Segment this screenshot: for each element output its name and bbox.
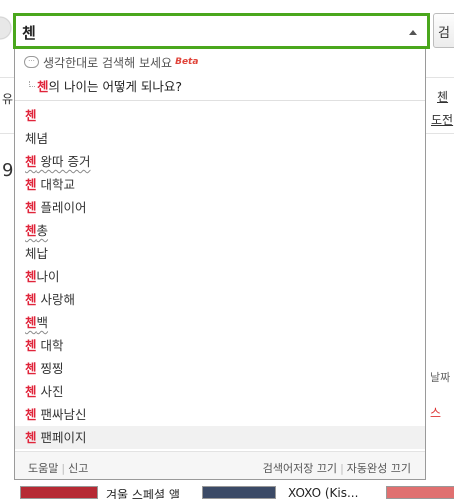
- beta-badge: Beta: [175, 57, 199, 67]
- suggestion-keyword: 첸: [25, 361, 37, 376]
- smart-search-hint[interactable]: ··· 생각한대로 검색해 보세요 Beta: [24, 54, 198, 70]
- suggestion-keyword: 첸: [25, 338, 37, 353]
- suggestion-text: 팬페이지: [36, 430, 87, 445]
- smart-hint-text: 생각한대로 검색해 보세요: [43, 55, 173, 70]
- suggestion-keyword: 첸: [25, 384, 37, 399]
- right-peek-text: 스: [430, 406, 442, 420]
- suggestion-keyword: 첸: [25, 154, 37, 169]
- album-thumbnail[interactable]: [20, 486, 98, 499]
- suggestion-text: 나이: [36, 269, 60, 284]
- reply-arrow-icon: [29, 80, 35, 87]
- suggestion-item[interactable]: 첸 팬싸남신: [15, 403, 425, 426]
- suggestion-item[interactable]: 첸나이: [15, 265, 425, 288]
- suggestion-text: 찡찡: [36, 361, 64, 376]
- album-thumbnail[interactable]: [386, 486, 454, 499]
- right-peek-text: 날짜: [430, 371, 451, 384]
- left-peek-text: 9: [2, 160, 14, 181]
- album-title[interactable]: XOXO (Kis...: [288, 486, 358, 499]
- question-text: 의 나이는 어떻게 되나요?: [48, 79, 183, 94]
- suggestion-text: 체념: [25, 131, 49, 146]
- divider: [15, 100, 425, 101]
- suggestion-text: 사진: [36, 384, 64, 399]
- panel-footer: 도움말 | 신고 검색어저장 끄기 | 자동완성 끄기: [15, 451, 425, 479]
- search-box[interactable]: [13, 13, 430, 49]
- speech-bubble-icon: ···: [24, 56, 39, 68]
- suggestion-text: 대학: [36, 338, 64, 353]
- suggestion-text: 총: [36, 223, 49, 238]
- suggestion-keyword: 첸: [25, 292, 37, 307]
- suggestion-item[interactable]: 첸 사랑해: [15, 288, 425, 311]
- suggestion-item[interactable]: 첸총: [15, 219, 425, 242]
- search-button[interactable]: 검: [433, 13, 454, 48]
- collapse-arrow-icon[interactable]: [409, 30, 417, 35]
- suggestion-text: 왕따 증거: [36, 154, 91, 169]
- stop-autocomplete-link[interactable]: 자동완성 끄기: [347, 462, 411, 475]
- right-link[interactable]: 첸: [437, 88, 448, 105]
- question-suggestion[interactable]: 첸 의 나이는 어떻게 되나요?: [29, 76, 182, 95]
- suggestion-item[interactable]: 첸: [15, 104, 425, 127]
- search-input[interactable]: [22, 21, 392, 43]
- site-logo: [0, 8, 12, 48]
- suggestion-item[interactable]: 첸 대학: [15, 334, 425, 357]
- suggestion-item[interactable]: 첸 대학교: [15, 173, 425, 196]
- album-thumbnail[interactable]: [202, 486, 276, 499]
- suggestion-keyword: 첸: [25, 315, 37, 330]
- suggestion-keyword: 첸: [25, 177, 37, 192]
- stop-history-link[interactable]: 검색어저장 끄기: [263, 462, 337, 475]
- suggestion-list: 첸 체념 첸 왕따 증거 첸 대학교 첸 플레이어 첸총 체납 첸나이 첸 사랑해 첸백 첸 대학 첸…: [15, 104, 425, 449]
- suggestion-keyword: 첸: [25, 223, 37, 238]
- suggestion-item[interactable]: 첸 사진: [15, 380, 425, 403]
- suggestion-item[interactable]: 첸백: [15, 311, 425, 334]
- suggestion-keyword: 첸: [25, 269, 37, 284]
- left-peek-text: 유: [2, 92, 14, 106]
- suggestion-keyword: 첸: [25, 430, 37, 445]
- suggestion-item[interactable]: 체념: [15, 127, 425, 150]
- suggestion-item[interactable]: 첸 플레이어: [15, 196, 425, 219]
- suggestion-item[interactable]: 첸 팬페이지: [15, 426, 425, 449]
- suggestion-keyword: 첸: [25, 108, 37, 123]
- album-title[interactable]: 겨울 스페셜 앨: [106, 486, 180, 499]
- question-keyword: 첸: [37, 79, 49, 94]
- right-link[interactable]: 도전: [431, 111, 453, 128]
- suggestion-text: 대학교: [36, 177, 75, 192]
- suggestion-item[interactable]: 첸 왕따 증거: [15, 150, 425, 173]
- suggestion-keyword: 첸: [25, 200, 37, 215]
- suggestion-text: 팬싸남신: [36, 407, 87, 422]
- suggestion-text: 사랑해: [36, 292, 75, 307]
- suggestion-keyword: 첸: [25, 407, 37, 422]
- autocomplete-panel: ··· 생각한대로 검색해 보세요 Beta 첸 의 나이는 어떻게 되나요? …: [14, 49, 426, 480]
- suggestion-item[interactable]: 체납: [15, 242, 425, 265]
- report-link[interactable]: 신고: [68, 462, 88, 475]
- suggestion-text: 백: [36, 315, 49, 330]
- suggestion-item[interactable]: 첸 찡찡: [15, 357, 425, 380]
- suggestion-text: 체납: [25, 246, 49, 261]
- suggestion-text: 플레이어: [36, 200, 87, 215]
- help-link[interactable]: 도움말: [28, 462, 58, 475]
